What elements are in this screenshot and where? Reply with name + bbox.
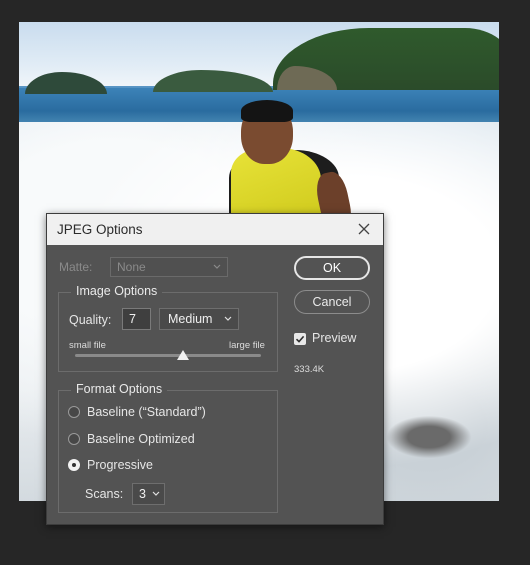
scans-label: Scans: bbox=[85, 487, 124, 501]
cancel-button[interactable]: Cancel bbox=[294, 290, 370, 314]
quality-input[interactable]: 7 bbox=[122, 308, 151, 330]
matte-select[interactable]: None bbox=[110, 257, 228, 277]
dialog-title: JPEG Options bbox=[57, 222, 143, 237]
checkmark-icon bbox=[295, 335, 305, 343]
matte-label: Matte: bbox=[59, 260, 93, 274]
small-file-label: small file bbox=[69, 340, 106, 351]
radio-button[interactable] bbox=[68, 406, 80, 418]
jpeg-options-dialog: JPEG Options Matte: None Image Options Q… bbox=[46, 213, 384, 525]
large-file-label: large file bbox=[229, 340, 265, 351]
quality-preset-select[interactable]: Medium bbox=[159, 308, 239, 330]
radio-button[interactable] bbox=[68, 459, 80, 471]
quality-label: Quality: bbox=[69, 313, 112, 327]
preview-label: Preview bbox=[312, 331, 357, 345]
close-icon[interactable] bbox=[355, 220, 373, 238]
preview-checkbox[interactable] bbox=[294, 333, 306, 345]
format-options-title: Format Options bbox=[71, 382, 168, 396]
dialog-titlebar[interactable]: JPEG Options bbox=[47, 214, 383, 245]
chevron-down-icon bbox=[152, 491, 160, 496]
person-hair bbox=[241, 100, 293, 122]
radio-button[interactable] bbox=[68, 433, 80, 445]
scans-select[interactable]: 3 bbox=[132, 483, 165, 505]
scans-value: 3 bbox=[139, 487, 146, 501]
radio-label: Baseline Optimized bbox=[87, 432, 195, 446]
image-options-title: Image Options bbox=[71, 284, 163, 298]
radio-label: Progressive bbox=[87, 458, 153, 472]
slider-thumb[interactable] bbox=[176, 350, 189, 360]
radio-label: Baseline (“Standard”) bbox=[87, 405, 206, 419]
matte-value: None bbox=[117, 260, 146, 274]
chevron-down-icon bbox=[224, 316, 232, 321]
file-size: 333.4K bbox=[294, 364, 325, 375]
chevron-down-icon bbox=[213, 264, 221, 269]
image-options-group: Image Options bbox=[58, 284, 278, 372]
ok-button[interactable]: OK bbox=[294, 256, 370, 280]
quality-preset-value: Medium bbox=[168, 312, 213, 326]
quality-slider[interactable] bbox=[75, 354, 261, 357]
rocks bbox=[379, 412, 479, 462]
